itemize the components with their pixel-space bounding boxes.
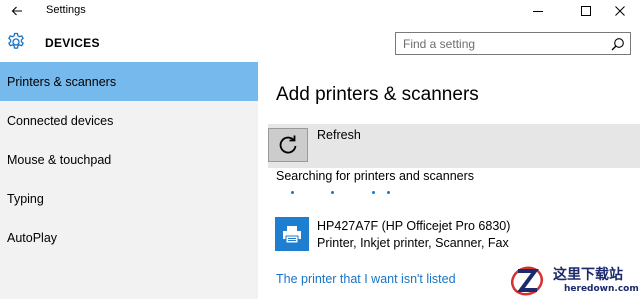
progress-dot	[291, 191, 294, 194]
refresh-icon-box[interactable]	[268, 128, 308, 162]
sidebar-item-label: AutoPlay	[7, 230, 58, 245]
page-header: DEVICES	[0, 22, 640, 62]
sidebar-item-typing[interactable]: Typing	[0, 179, 258, 218]
minimize-button[interactable]	[518, 0, 558, 22]
refresh-label[interactable]: Refresh	[317, 128, 361, 142]
search-input[interactable]	[403, 36, 603, 52]
close-icon	[615, 6, 625, 16]
sidebar: Printers & scanners Connected devices Mo…	[0, 62, 258, 299]
progress-dot	[372, 191, 375, 194]
watermark-logo-icon	[510, 266, 544, 296]
refresh-icon	[279, 135, 297, 154]
progress-dot	[387, 191, 390, 194]
watermark: 这里下载站 heredown.com	[503, 262, 640, 299]
progress-dot	[331, 191, 334, 194]
sidebar-item-mouse-touchpad[interactable]: Mouse & touchpad	[0, 140, 258, 179]
page-title: DEVICES	[45, 36, 100, 50]
window-title: Settings	[46, 4, 86, 16]
maximize-icon	[581, 6, 591, 16]
watermark-url: heredown.com	[564, 284, 639, 294]
back-button[interactable]	[4, 1, 30, 21]
printer-not-listed-link[interactable]: The printer that I want isn't listed	[276, 272, 456, 286]
printer-icon[interactable]	[275, 217, 309, 251]
sidebar-item-printers-scanners[interactable]: Printers & scanners	[0, 62, 258, 101]
sidebar-item-label: Printers & scanners	[7, 74, 117, 89]
gear-icon	[8, 32, 24, 49]
sidebar-item-label: Connected devices	[7, 113, 114, 128]
sidebar-item-label: Typing	[7, 191, 44, 206]
minimize-icon	[533, 11, 543, 12]
title-bar: Settings	[0, 0, 640, 22]
search-icon[interactable]	[611, 37, 625, 51]
searching-status: Searching for printers and scanners	[276, 169, 475, 183]
search-box[interactable]	[395, 32, 631, 55]
section-title: Add printers & scanners	[276, 84, 479, 105]
printer-name[interactable]: HP427A7F (HP Officejet Pro 6830)	[317, 219, 510, 233]
close-button[interactable]	[600, 0, 640, 22]
printer-glyph-icon	[283, 226, 301, 244]
back-arrow-icon	[11, 6, 22, 16]
sidebar-item-connected-devices[interactable]: Connected devices	[0, 101, 258, 140]
printer-description: Printer, Inkjet printer, Scanner, Fax	[317, 236, 509, 250]
sidebar-item-autoplay[interactable]: AutoPlay	[0, 218, 258, 257]
watermark-text: 这里下载站	[553, 267, 623, 283]
sidebar-item-label: Mouse & touchpad	[7, 152, 112, 167]
